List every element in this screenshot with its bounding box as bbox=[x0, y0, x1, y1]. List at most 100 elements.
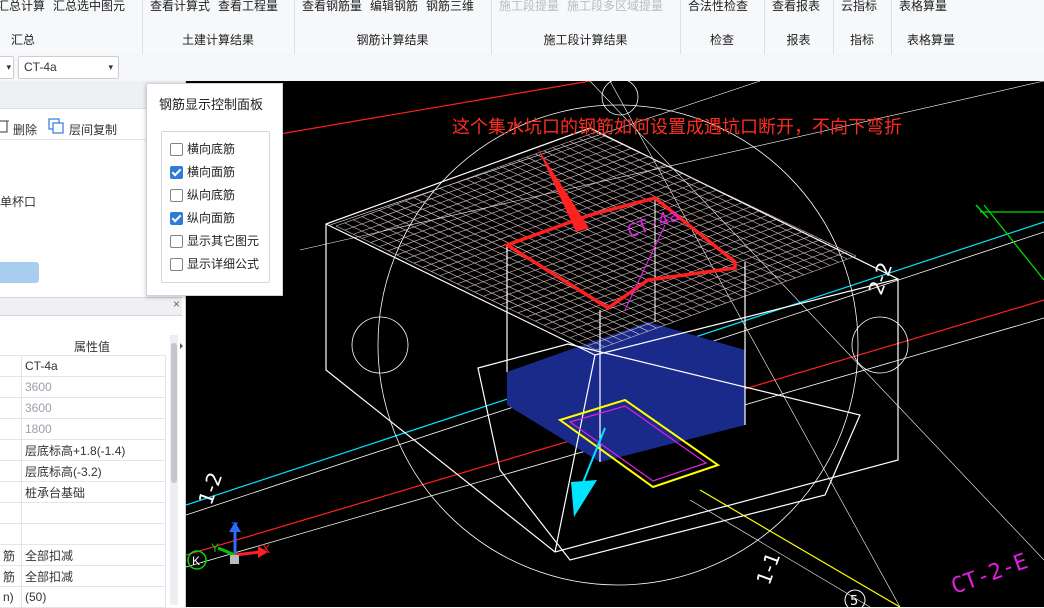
chevron-down-icon: ▾ bbox=[108, 62, 113, 72]
ribbon-group-rebar-results: 查看钢筋量 编辑钢筋 钢筋三维 钢筋计算结果 bbox=[294, 0, 492, 54]
close-icon[interactable]: × bbox=[173, 297, 180, 311]
checkbox-icon[interactable] bbox=[170, 189, 183, 202]
rebar-display-panel: 钢筋显示控制面板 横向底筋 横向面筋 纵向底筋 纵向面筋 显示其它图元 显示详细… bbox=[146, 83, 283, 296]
ribbon-group-label: 指标 bbox=[849, 33, 874, 47]
property-value[interactable]: 1800 bbox=[21, 418, 166, 440]
property-value[interactable]: 层底标高(-3.2) bbox=[21, 460, 166, 482]
ribbon-toolbar: 汇总计算 汇总选中图元 汇总 查看计算式 查看工程量 土建计算结果 查看钢筋量 编辑钢… bbox=[0, 0, 1044, 55]
segment-multi-area-button[interactable]: 施工段多区域提量 bbox=[567, 0, 663, 14]
checkbox-icon[interactable] bbox=[170, 143, 183, 156]
axis-gizmo: K X Y Z bbox=[187, 520, 270, 570]
property-name: 筋 bbox=[0, 565, 22, 587]
annotation-text: 这个集水坑口的钢筋如何设置成遇坑口断开，不向下弯折 bbox=[452, 117, 902, 137]
property-value[interactable] bbox=[21, 523, 166, 545]
axis-y: Y bbox=[211, 541, 219, 555]
ribbon-group-check: 合法性检查 检查 bbox=[680, 0, 765, 54]
view-rebar-quantity-button[interactable]: 查看钢筋量 bbox=[302, 0, 362, 14]
ribbon-group-segment-results: 施工段提量 施工段多区域提量 施工段计算结果 bbox=[491, 0, 681, 54]
property-row[interactable]: CT-4a bbox=[0, 356, 166, 377]
property-row[interactable] bbox=[0, 523, 166, 545]
property-name: n) bbox=[0, 586, 22, 608]
secondary-toolbar: ▾ CT-4a ▾ bbox=[0, 54, 1044, 82]
axis-k: K bbox=[192, 554, 200, 568]
property-table-header: 属性值 bbox=[0, 335, 166, 356]
property-name bbox=[0, 376, 22, 398]
property-panel-titlebar: × bbox=[0, 297, 182, 316]
checkbox-icon[interactable] bbox=[170, 212, 183, 225]
property-name bbox=[0, 439, 22, 461]
checkbox-icon[interactable] bbox=[170, 166, 183, 179]
floor-copy-icon bbox=[48, 118, 64, 137]
property-name bbox=[0, 502, 22, 524]
ribbon-group-table: 表格算量 表格算量 bbox=[891, 0, 971, 54]
property-name bbox=[0, 523, 22, 545]
property-row[interactable]: 桩承台基础 bbox=[0, 481, 166, 503]
ribbon-group-label: 土建计算结果 bbox=[181, 33, 254, 47]
delete-button[interactable]: 删除 bbox=[13, 121, 37, 138]
property-row[interactable]: 层底标高(-3.2) bbox=[0, 460, 166, 482]
rebar-options-box: 横向底筋 横向面筋 纵向底筋 纵向面筋 显示其它图元 显示详细公式 bbox=[161, 131, 270, 283]
ribbon-group-report: 查看报表 报表 bbox=[764, 0, 834, 54]
property-row[interactable]: 筋全部扣减 bbox=[0, 544, 166, 566]
property-value[interactable]: 全部扣减 bbox=[21, 565, 166, 587]
category-dropdown[interactable]: ▾ bbox=[0, 56, 14, 79]
property-value[interactable]: 桩承台基础 bbox=[21, 481, 166, 503]
grid-label: 1-1 bbox=[751, 549, 785, 588]
property-value[interactable] bbox=[21, 502, 166, 524]
ribbon-group-label: 表格算量 bbox=[906, 33, 955, 47]
axis-z: Z bbox=[231, 520, 238, 534]
selected-tree-item[interactable] bbox=[0, 262, 39, 283]
property-row[interactable]: 3600 bbox=[0, 376, 166, 398]
grid-label: 5 bbox=[850, 594, 858, 607]
rebar-3d-scene[interactable]: CT-4a 1-2 1-1 2-2 5 CT-2-E K X Y Z bbox=[186, 81, 1044, 607]
property-table: CT-4a 3600 3600 1800 层底标高+1.8(-1.4) 层底标高(-3.2… bbox=[0, 356, 166, 608]
view-quantity-button[interactable]: 查看工程量 bbox=[218, 0, 278, 14]
3d-viewport[interactable]: CT-4a 1-2 1-1 2-2 5 CT-2-E K X Y Z 这个集水坑… bbox=[186, 81, 1044, 607]
property-name bbox=[0, 418, 22, 440]
cloud-index-button[interactable]: 云指标 bbox=[841, 0, 877, 14]
ribbon-group-civil-results: 查看计算式 查看工程量 土建计算结果 bbox=[142, 0, 295, 54]
property-value[interactable]: 层底标高+1.8(-1.4) bbox=[21, 439, 166, 461]
rebar-panel-title: 钢筋显示控制面板 bbox=[159, 97, 264, 112]
collapse-arrow-icon[interactable] bbox=[180, 343, 183, 349]
property-value[interactable]: 3600 bbox=[21, 397, 166, 419]
summary-selected-button[interactable]: 汇总选中图元 bbox=[53, 0, 125, 14]
property-row[interactable]: 筋全部扣减 bbox=[0, 565, 166, 587]
property-row[interactable]: n) (50) bbox=[0, 586, 166, 608]
property-value[interactable]: CT-4a bbox=[21, 356, 166, 377]
grid-label: 1-2 bbox=[193, 469, 227, 508]
view-report-button[interactable]: 查看报表 bbox=[772, 0, 820, 14]
property-row[interactable]: 层底标高+1.8(-1.4) bbox=[0, 439, 166, 461]
checkbox-icon[interactable] bbox=[170, 235, 183, 248]
property-row[interactable]: 1800 bbox=[0, 418, 166, 440]
ribbon-group-label: 汇总 bbox=[10, 33, 35, 47]
ribbon-group-summary: 汇总计算 汇总选中图元 汇总 bbox=[0, 0, 143, 54]
property-row[interactable] bbox=[0, 502, 166, 524]
validity-check-button[interactable]: 合法性检查 bbox=[688, 0, 748, 14]
delete-icon bbox=[0, 119, 9, 136]
checkbox-icon[interactable] bbox=[170, 258, 183, 271]
edit-rebar-button[interactable]: 编辑钢筋 bbox=[370, 0, 418, 14]
tree-item[interactable]: 单杯口 bbox=[0, 193, 36, 210]
chevron-down-icon: ▾ bbox=[6, 62, 11, 72]
ribbon-group-label: 钢筋计算结果 bbox=[356, 33, 429, 47]
ribbon-group-index: 云指标 指标 bbox=[833, 0, 892, 54]
property-value[interactable]: (50) bbox=[21, 586, 166, 608]
segment-quantity-button[interactable]: 施工段提量 bbox=[499, 0, 559, 14]
property-value[interactable]: 全部扣减 bbox=[21, 544, 166, 566]
view-formula-button[interactable]: 查看计算式 bbox=[150, 0, 210, 14]
floor-copy-button[interactable]: 层间复制 bbox=[69, 121, 117, 138]
element-select[interactable]: CT-4a ▾ bbox=[18, 56, 119, 79]
element-select-value: CT-4a bbox=[24, 60, 57, 74]
property-row[interactable]: 3600 bbox=[0, 397, 166, 419]
ribbon-group-label: 检查 bbox=[709, 33, 734, 47]
element-label: CT-2-E bbox=[948, 549, 1031, 600]
scrollbar-thumb[interactable] bbox=[171, 343, 177, 483]
property-value-header: 属性值 bbox=[73, 340, 110, 354]
property-name bbox=[0, 481, 22, 503]
property-value[interactable]: 3600 bbox=[21, 376, 166, 398]
summary-calc-button[interactable]: 汇总计算 bbox=[0, 0, 45, 14]
property-name bbox=[0, 397, 22, 419]
table-quantity-button[interactable]: 表格算量 bbox=[899, 0, 947, 14]
rebar-3d-button[interactable]: 钢筋三维 bbox=[426, 0, 474, 14]
